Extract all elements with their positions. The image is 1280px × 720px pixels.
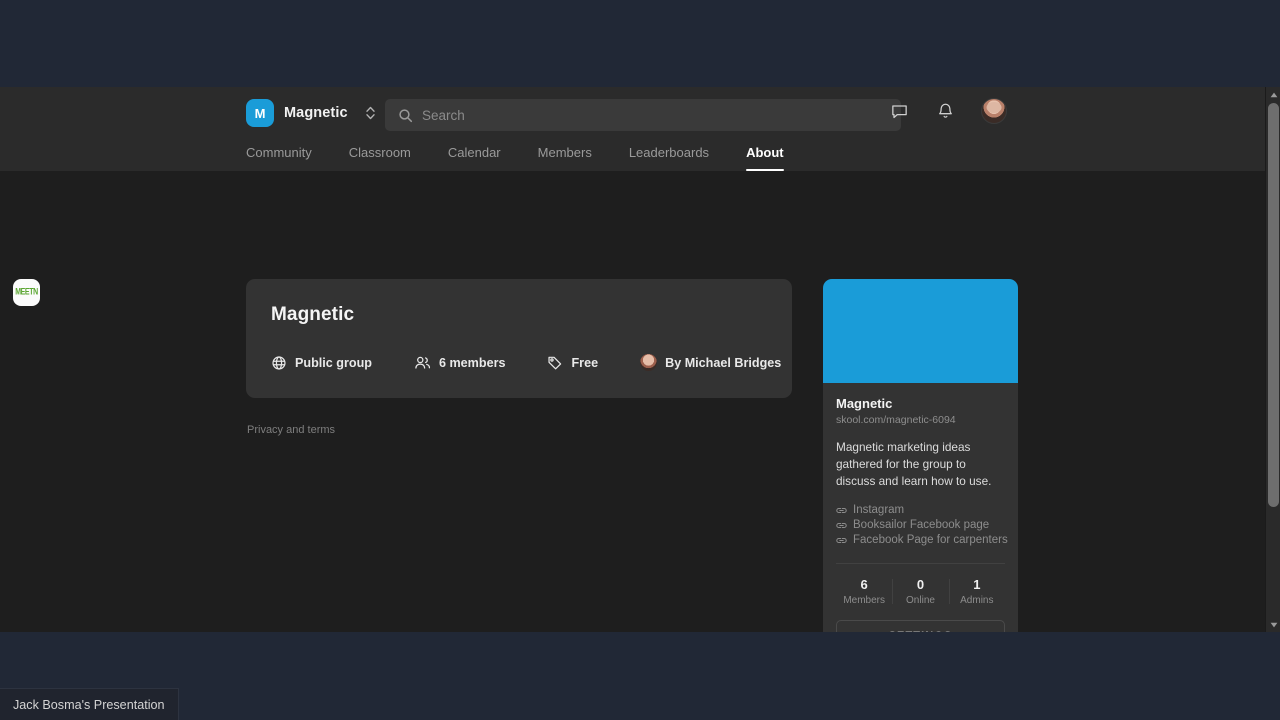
nav-item-community[interactable]: Community: [246, 139, 312, 160]
main-column: Magnetic Public group 6 members Free By …: [246, 279, 792, 436]
group-link-carpenters[interactable]: Facebook Page for carpenters: [836, 534, 1008, 546]
link-icon: [836, 536, 847, 545]
stat-members-value: 6: [860, 577, 868, 592]
group-link-instagram[interactable]: Instagram: [836, 504, 1005, 516]
page-scrollbar[interactable]: [1265, 87, 1280, 632]
meetn-app-label: MEETN: [15, 288, 38, 297]
brand-group-switcher[interactable]: M Magnetic: [246, 87, 378, 139]
app-header: M Magnetic Search Community Classroom Ca…: [0, 87, 1265, 171]
page-title: Magnetic: [271, 304, 355, 325]
meetn-app-icon[interactable]: MEETN: [13, 279, 40, 306]
presentation-tooltip: Jack Bosma's Presentation: [0, 688, 179, 720]
group-link-booksailor[interactable]: Booksailor Facebook page: [836, 519, 1005, 531]
settings-button[interactable]: SETTINGS: [836, 620, 1005, 632]
stat-admins: 1 Admins: [948, 577, 1005, 606]
group-info-card: Magnetic skool.com/magnetic-6094 Magneti…: [823, 279, 1018, 632]
about-meta-row: Public group 6 members Free By Michael B…: [271, 354, 781, 371]
nav-item-leaderboards[interactable]: Leaderboards: [629, 139, 709, 160]
stat-members: 6 Members: [836, 577, 892, 606]
meta-price: Free: [547, 355, 598, 371]
stat-members-label: Members: [843, 595, 885, 606]
stat-online: 0 Online: [892, 577, 948, 606]
link-icon: [836, 506, 847, 515]
search-input[interactable]: [422, 99, 888, 131]
settings-button-wrap: SETTINGS: [823, 606, 1018, 632]
stat-online-value: 0: [916, 577, 925, 592]
search-bar[interactable]: [385, 99, 901, 131]
link-icon: [836, 521, 847, 530]
privacy-and-terms-link[interactable]: Privacy and terms: [247, 424, 792, 436]
group-description: Magnetic marketing ideas gathered for th…: [836, 440, 992, 488]
about-card: Magnetic Public group 6 members Free By …: [246, 279, 792, 398]
group-title: Magnetic: [836, 396, 893, 411]
group-info-body: Magnetic skool.com/magnetic-6094 Magneti…: [823, 383, 1018, 606]
group-links: Instagram Booksailor Facebook page Faceb…: [836, 504, 1008, 546]
people-icon: [414, 355, 431, 371]
meta-visibility: Public group: [271, 355, 372, 371]
page-body: MEETN Magnetic Public group 6 members Fr…: [0, 171, 1265, 632]
browser-viewport: M Magnetic Search Community Classroom Ca…: [0, 87, 1280, 632]
group-cover-image: [823, 279, 1018, 383]
nav-item-calendar[interactable]: Calendar: [448, 139, 501, 160]
group-link-label: Booksailor Facebook page: [853, 519, 990, 531]
stat-online-label: Online: [906, 595, 935, 606]
header-actions: [889, 98, 1007, 124]
group-link-label: Instagram: [853, 504, 905, 516]
nav-item-members[interactable]: Members: [538, 139, 592, 160]
chat-bubble-icon[interactable]: [889, 101, 909, 121]
meta-owner-label: By Michael Bridges: [665, 355, 782, 370]
meta-visibility-label: Public group: [295, 355, 372, 370]
meta-members: 6 members: [414, 355, 506, 371]
main-nav: Community Classroom Calendar Members Lea…: [246, 139, 784, 171]
scroll-up-icon[interactable]: [1266, 87, 1280, 102]
meta-owner[interactable]: By Michael Bridges: [640, 354, 781, 371]
left-rail: MEETN: [0, 171, 60, 632]
bell-icon[interactable]: [935, 101, 955, 121]
sidebar-column: Magnetic skool.com/magnetic-6094 Magneti…: [823, 279, 1018, 632]
scrollbar-thumb[interactable]: [1268, 103, 1279, 507]
user-avatar[interactable]: [981, 98, 1007, 124]
meta-members-label: 6 members: [438, 355, 506, 370]
header-inner: M Magnetic: [246, 87, 1265, 139]
desktop-background: M Magnetic Search Community Classroom Ca…: [0, 0, 1280, 720]
scroll-down-icon[interactable]: [1266, 617, 1280, 632]
group-link-label: Facebook Page for carpenters: [853, 534, 1008, 546]
search-icon: [398, 108, 413, 123]
presentation-tooltip-text: Jack Bosma's Presentation: [13, 697, 165, 712]
nav-item-classroom[interactable]: Classroom: [349, 139, 411, 160]
stat-admins-label: Admins: [960, 595, 994, 606]
meta-price-label: Free: [571, 355, 599, 370]
group-stats: 6 Members 0 Online 1 Admins: [836, 563, 1005, 606]
nav-item-about[interactable]: About: [746, 139, 784, 171]
chevron-up-down-icon[interactable]: [364, 103, 378, 123]
brand-logo: M: [246, 99, 274, 127]
group-url: skool.com/magnetic-6094: [836, 414, 956, 426]
stat-admins-value: 1: [973, 577, 981, 592]
tag-icon: [547, 355, 563, 371]
brand-name: Magnetic: [284, 105, 348, 121]
owner-avatar: [640, 354, 658, 371]
globe-icon: [271, 355, 287, 371]
